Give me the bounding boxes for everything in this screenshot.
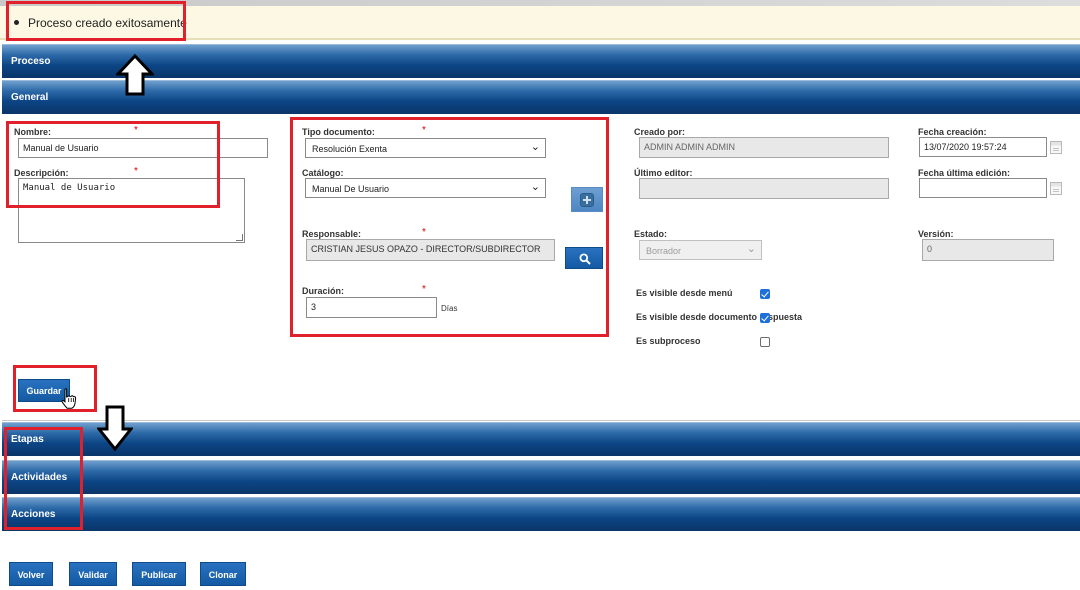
estado-select: Borrador ⌄ xyxy=(639,240,762,260)
section-title-general: General xyxy=(11,92,49,103)
chevron-down-icon: ⌄ xyxy=(746,243,756,255)
estado-value: Borrador xyxy=(646,246,682,256)
ultimo-editor-input xyxy=(639,178,889,199)
clonar-button[interactable]: Clonar xyxy=(200,562,246,586)
section-header-general[interactable]: General xyxy=(2,80,1080,114)
validar-button-label: Validar xyxy=(78,570,108,580)
visible-documento-label: Es visible desde documento respuesta xyxy=(636,312,803,322)
estado-label: Estado: xyxy=(634,229,668,239)
section-header-acciones[interactable]: Acciones xyxy=(2,497,1080,531)
ultimo-editor-label: Último editor: xyxy=(634,168,693,178)
fecha-ultima-edicion-input[interactable] xyxy=(919,178,1047,198)
version-input: 0 xyxy=(922,239,1054,261)
section-header-actividades[interactable]: Actividades xyxy=(2,460,1080,494)
calendar-icon[interactable] xyxy=(1050,141,1062,154)
publicar-button-label: Publicar xyxy=(141,570,177,580)
visible-menu-checkbox[interactable] xyxy=(760,289,770,299)
annotation-box-nombre-descripcion xyxy=(6,121,220,208)
fecha-creacion-label: Fecha creación: xyxy=(918,127,987,137)
subproceso-label: Es subproceso xyxy=(636,336,701,346)
section-title-proceso: Proceso xyxy=(11,56,51,67)
fecha-creacion-input[interactable]: 13/07/2020 19:57:24 xyxy=(919,137,1047,157)
volver-button-label: Volver xyxy=(17,570,45,580)
volver-button[interactable]: Volver xyxy=(9,562,53,586)
down-arrow-icon xyxy=(97,405,133,451)
creado-por-label: Creado por: xyxy=(634,127,686,137)
calendar-icon[interactable] xyxy=(1050,182,1062,195)
version-label: Versión: xyxy=(918,229,954,239)
annotation-box-guardar xyxy=(13,365,97,412)
validar-button[interactable]: Validar xyxy=(69,562,117,586)
visible-documento-checkbox[interactable] xyxy=(760,313,770,323)
clonar-button-label: Clonar xyxy=(208,570,238,580)
annotation-box-lower-sections xyxy=(4,427,83,530)
up-arrow-icon xyxy=(116,54,154,96)
section-header-etapas[interactable]: Etapas xyxy=(2,422,1080,456)
panel-divider xyxy=(2,420,1080,421)
subproceso-checkbox[interactable] xyxy=(760,337,770,347)
visible-menu-label: Es visible desde menú xyxy=(636,288,733,298)
fecha-ultima-edicion-label: Fecha última edición: xyxy=(918,168,1011,178)
creado-por-input: ADMIN ADMIN ADMIN xyxy=(639,137,889,158)
annotation-box-document-fields xyxy=(290,117,609,337)
section-header-proceso[interactable]: Proceso xyxy=(2,44,1080,78)
annotation-box-banner xyxy=(6,1,186,41)
resize-grip-icon[interactable] xyxy=(236,234,243,241)
publicar-button[interactable]: Publicar xyxy=(132,562,186,586)
